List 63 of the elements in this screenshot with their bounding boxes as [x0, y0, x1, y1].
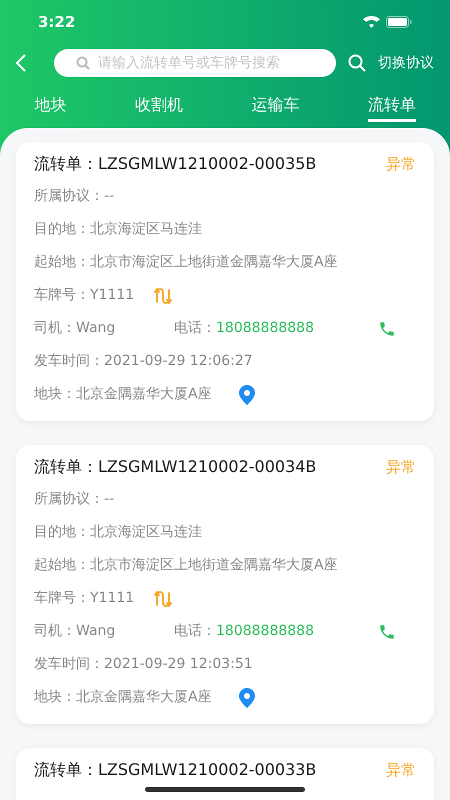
field-label: 车牌号： — [34, 589, 90, 608]
field-label: 所属协议： — [34, 490, 104, 509]
tab[interactable]: 地块 — [34, 93, 66, 122]
battery-icon — [386, 16, 412, 28]
field-label: 电话： — [174, 319, 216, 338]
field-label: 电话： — [174, 622, 216, 641]
field-label: 起始地： — [34, 556, 90, 575]
field-label: 地块： — [34, 688, 76, 707]
location-pin-icon[interactable] — [238, 688, 256, 708]
location-pin-icon[interactable] — [238, 384, 256, 404]
swap-arrows-icon[interactable] — [154, 590, 172, 608]
field-value: 2021-09-29 12:03:51 — [104, 655, 253, 674]
transfer-order-card[interactable]: 流转单：LZSGMLW1210002-00033B 异常 — [16, 748, 434, 800]
status-time: 3:22 — [38, 12, 76, 33]
field-value: Wang — [76, 319, 116, 338]
status-tag: 异常 — [386, 758, 416, 782]
order-number-label: 流转单： — [34, 153, 98, 175]
field-label: 发车时间： — [34, 655, 104, 674]
field-label: 所属协议： — [34, 187, 104, 206]
field-value: -- — [104, 187, 114, 206]
field-label: 地块： — [34, 385, 76, 404]
swap-arrows-icon[interactable] — [154, 286, 172, 304]
search-icon[interactable] — [348, 54, 366, 72]
field-label: 目的地： — [34, 220, 90, 239]
status-tag: 异常 — [386, 152, 416, 176]
field-label: 目的地： — [34, 523, 90, 542]
field-value: 2021-09-29 12:06:27 — [104, 352, 253, 371]
field-value: 北京金隅嘉华大厦A座 — [76, 385, 212, 404]
wifi-icon — [363, 16, 380, 28]
field-label: 车牌号： — [34, 286, 90, 305]
search-input[interactable]: 请输入流转单号或车牌号搜索 — [98, 52, 314, 74]
transfer-order-card[interactable]: 流转单：LZSGMLW1210002-00034B 异常 所属协议：-- 目的地：北京海淀区马连洼 起始地：北京市海淀区上地街道金隅嘉华大厦A座 车牌号：Y1111 司机：Wang 电话：18088888888 发车时间：2021-09-29 12:03:51 地块：北京金隅嘉华大厦A座 — [16, 445, 434, 724]
field-value: -- — [104, 490, 114, 509]
field-value: 北京市海淀区上地街道金隅嘉华大厦A座 — [90, 253, 338, 272]
field-value: 北京海淀区马连洼 — [90, 220, 202, 239]
order-number: LZSGMLW1210002-00033B — [98, 759, 316, 781]
order-number-label: 流转单： — [34, 759, 98, 781]
transfer-order-card[interactable]: 流转单：LZSGMLW1210002-00035B 异常 所属协议：-- 目的地：北京海淀区马连洼 起始地：北京市海淀区上地街道金隅嘉华大厦A座 车牌号：Y1111 司机：Wang 电话：18088888888 发车时间：2021-09-29 12:06:27 地块：北京金隅嘉华大厦A座 — [16, 142, 434, 421]
field-value: 北京金隅嘉华大厦A座 — [76, 688, 212, 707]
phone-icon[interactable] — [378, 622, 396, 640]
tab[interactable]: 流转单 — [368, 93, 416, 122]
search-field[interactable]: 请输入流转单号或车牌号搜索 — [54, 49, 336, 77]
phone-icon[interactable] — [378, 320, 396, 338]
search-icon — [76, 56, 90, 70]
field-label: 司机： — [34, 319, 76, 338]
order-number-label: 流转单： — [34, 456, 98, 478]
field-value: Wang — [76, 622, 116, 641]
tab[interactable]: 运输车 — [251, 93, 300, 122]
field-value: 北京市海淀区上地街道金隅嘉华大厦A座 — [90, 556, 338, 575]
field-value: 18088888888 — [216, 319, 314, 338]
field-value: Y1111 — [90, 286, 134, 305]
order-number: LZSGMLW1210002-00034B — [98, 456, 316, 478]
back-icon[interactable] — [14, 53, 28, 73]
field-value: Y1111 — [90, 589, 134, 608]
field-label: 司机： — [34, 622, 76, 641]
tab[interactable]: 收割机 — [134, 93, 183, 122]
field-label: 起始地： — [34, 253, 90, 272]
field-value: 北京海淀区马连洼 — [90, 523, 202, 542]
field-value: 18088888888 — [216, 622, 314, 641]
order-number: LZSGMLW1210002-00035B — [98, 153, 316, 175]
status-tag: 异常 — [386, 456, 416, 478]
field-label: 发车时间： — [34, 352, 104, 371]
switch-agreement-button[interactable]: 切换协议 — [378, 52, 434, 74]
